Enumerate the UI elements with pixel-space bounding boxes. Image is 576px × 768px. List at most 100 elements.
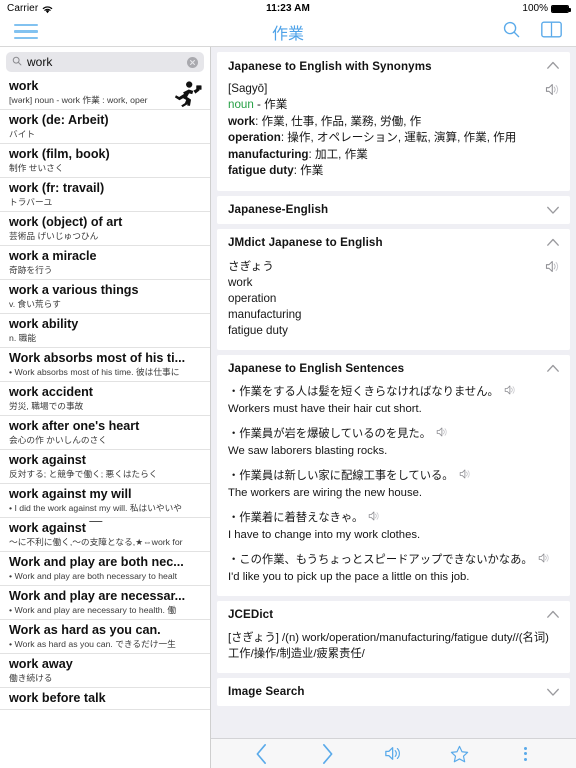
search-result-item[interactable]: work [wərk] noun - work 作業 : work, oper xyxy=(0,76,210,110)
example-sentence-english: Workers must have their hair cut short. xyxy=(228,402,422,415)
page-title: 作業 xyxy=(271,25,304,43)
speaker-icon[interactable] xyxy=(545,259,561,279)
search-result-title: work a miracle xyxy=(9,249,97,263)
chevron-up-icon[interactable] xyxy=(546,59,560,73)
search-result-item[interactable]: Work as hard as you can.Work as hard as … xyxy=(0,620,210,654)
running-man-icon xyxy=(172,80,202,108)
example-sentence-english: I have to change into my work clothes. xyxy=(228,528,421,541)
dictionary-section: JMdict Japanese to English さぎょう work operat… xyxy=(217,228,570,350)
search-input[interactable]: work xyxy=(6,52,204,72)
synonym-values: 操作, オペレーション, 運転, 演算, 作業, 作用 xyxy=(287,131,517,144)
more-button[interactable] xyxy=(508,741,542,767)
search-result-item[interactable]: work a miracle 奇跡を行う xyxy=(0,246,210,280)
content-split: work work [wərk] noun - work 作業 : work, o… xyxy=(0,47,576,768)
search-result-item[interactable]: work (fr: travail) トラバーユ xyxy=(0,178,210,212)
speaker-icon[interactable] xyxy=(545,82,561,102)
section-title: Japanese to English with Synonyms xyxy=(228,59,432,73)
search-icon[interactable] xyxy=(502,20,521,44)
chevron-down-icon[interactable] xyxy=(546,203,560,217)
hamburger-menu-icon[interactable] xyxy=(14,23,38,41)
example-sentence: ・作業着に着替えなきゃ。 I have to change into my wor… xyxy=(228,510,559,543)
search-result-item[interactable]: Work and play are necessar...Work and pl… xyxy=(0,586,210,620)
example-sentence: ・作業をする人は髪を短くきらなければなりません。 Workers must hav… xyxy=(228,384,559,417)
search-result-title: work before talk xyxy=(9,691,106,705)
search-result-subtitle: I did the work against my will. 私はいやいや xyxy=(9,502,203,514)
example-sentence: ・この作業、もうちょっとスピードアップできないかなあ。 I'd like you … xyxy=(228,552,559,585)
section-title: Japanese-English xyxy=(228,203,329,216)
section-header[interactable]: Japanese-English xyxy=(217,196,570,224)
search-result-item[interactable]: work against 反対する; と競争で働く; 悪くはたらく xyxy=(0,450,210,484)
search-result-title: work accident xyxy=(9,385,93,399)
search-result-item[interactable]: work against ￣ 〜に不利に働く,〜の支障となる,★⇔work for xyxy=(0,518,210,552)
search-result-subtitle: Work absorbs most of his time. 彼は仕事に xyxy=(9,366,203,378)
section-header[interactable]: Japanese to English with Synonyms xyxy=(217,52,570,80)
search-result-item[interactable]: work (object) of art 芸術品 げいじゅつひん xyxy=(0,212,210,246)
search-result-title: work against my will xyxy=(9,487,132,501)
section-header[interactable]: Image Search xyxy=(217,678,570,706)
search-result-subtitle: 反対する; と競争で働く; 悪くはたらく xyxy=(9,469,158,479)
definition-text: [さぎょう] /(n) work/operation/manufacturing… xyxy=(228,631,549,660)
synonym-row: work: 作業, 仕事, 作品, 業務, 労働, 作 xyxy=(228,114,422,128)
search-result-subtitle: トラバーユ xyxy=(9,197,53,207)
example-sentence-japanese: ・作業員は新しい家に配線工事をしている。 xyxy=(228,469,454,482)
more-vertical-dots-icon xyxy=(523,746,527,761)
search-input-value[interactable]: work xyxy=(27,52,182,72)
search-result-item[interactable]: work a various things v. 食い荒らす xyxy=(0,280,210,314)
chevron-down-icon[interactable] xyxy=(546,685,560,699)
search-result-subtitle: 〜に不利に働く,〜の支障となる,★⇔work for xyxy=(9,537,183,547)
speaker-icon[interactable] xyxy=(504,384,517,401)
speaker-button[interactable] xyxy=(376,741,410,767)
synonym-label: manufacturing xyxy=(228,147,309,161)
search-results-list[interactable]: work [wərk] noun - work 作業 : work, oper wo… xyxy=(0,76,210,768)
clear-icon[interactable] xyxy=(187,56,198,68)
gloss-item: work xyxy=(228,275,253,289)
search-result-item[interactable]: work (de: Arbeit) バイト xyxy=(0,110,210,144)
dictionary-section: Image Search xyxy=(217,677,570,706)
section-title: Image Search xyxy=(228,685,305,698)
search-result-item[interactable]: work before talk xyxy=(0,688,210,710)
gloss-item: operation xyxy=(228,291,277,305)
section-header[interactable]: JCEDict xyxy=(217,601,570,629)
battery-icon xyxy=(551,4,571,13)
example-sentence-japanese: ・作業員が岩を爆破しているのを見た。 xyxy=(228,427,432,440)
search-result-subtitle: 芸術品 げいじゅつひん xyxy=(9,231,99,241)
speaker-icon[interactable] xyxy=(368,510,381,527)
search-result-item[interactable]: work away 働き続ける xyxy=(0,654,210,688)
search-result-item[interactable]: work against my willI did the work again… xyxy=(0,484,210,518)
search-result-title: work ability xyxy=(9,317,79,331)
search-results-pane: work work [wərk] noun - work 作業 : work, o… xyxy=(0,47,211,768)
chevron-up-icon[interactable] xyxy=(546,608,560,622)
example-sentence-english: We saw laborers blasting rocks. xyxy=(228,444,388,457)
search-result-title: work a various things xyxy=(9,283,139,297)
example-sentence-japanese: ・この作業、もうちょっとスピードアップできないかなあ。 xyxy=(228,553,533,566)
search-result-title: work (object) of art xyxy=(9,215,123,229)
romaji-reading: [Sagyō] xyxy=(228,82,268,95)
chevron-up-icon[interactable] xyxy=(546,362,560,376)
section-header[interactable]: JMdict Japanese to English xyxy=(217,229,570,257)
section-body: さぎょう work operation manufacturing fatigue du… xyxy=(217,257,570,350)
speaker-icon[interactable] xyxy=(538,552,551,569)
search-result-item[interactable]: work (film, book) 制作 せいさく xyxy=(0,144,210,178)
chevron-up-icon[interactable] xyxy=(546,236,560,250)
search-result-item[interactable]: work ability n. 職能 xyxy=(0,314,210,348)
dictionary-detail-pane[interactable]: Japanese to English with Synonyms [Sagyō]… xyxy=(211,47,576,768)
search-result-item[interactable]: work accident 労災, 職場での事故 xyxy=(0,382,210,416)
bottom-toolbar xyxy=(211,738,576,768)
section-body: ・作業をする人は髪を短くきらなければなりません。 Workers must hav… xyxy=(217,383,570,596)
section-header[interactable]: Japanese to English Sentences xyxy=(217,355,570,383)
favorite-button[interactable] xyxy=(442,741,476,767)
speaker-icon[interactable] xyxy=(436,426,449,443)
search-result-item[interactable]: Work absorbs most of his ti...Work absor… xyxy=(0,348,210,382)
back-button[interactable] xyxy=(245,741,279,767)
headword: - 作業 xyxy=(257,98,288,111)
part-of-speech: noun xyxy=(228,98,254,111)
book-split-view-icon[interactable] xyxy=(541,20,562,44)
search-result-item[interactable]: work after one's heart 会心の作 かいしんのさく xyxy=(0,416,210,450)
search-result-subtitle: n. 職能 xyxy=(9,333,37,343)
search-result-title: Work and play are both nec... xyxy=(9,555,184,569)
search-result-subtitle: 会心の作 かいしんのさく xyxy=(9,435,107,445)
speaker-icon[interactable] xyxy=(459,468,472,485)
search-result-item[interactable]: Work and play are both nec...Work and pl… xyxy=(0,552,210,586)
forward-button[interactable] xyxy=(311,741,345,767)
section-title: JCEDict xyxy=(228,608,274,621)
